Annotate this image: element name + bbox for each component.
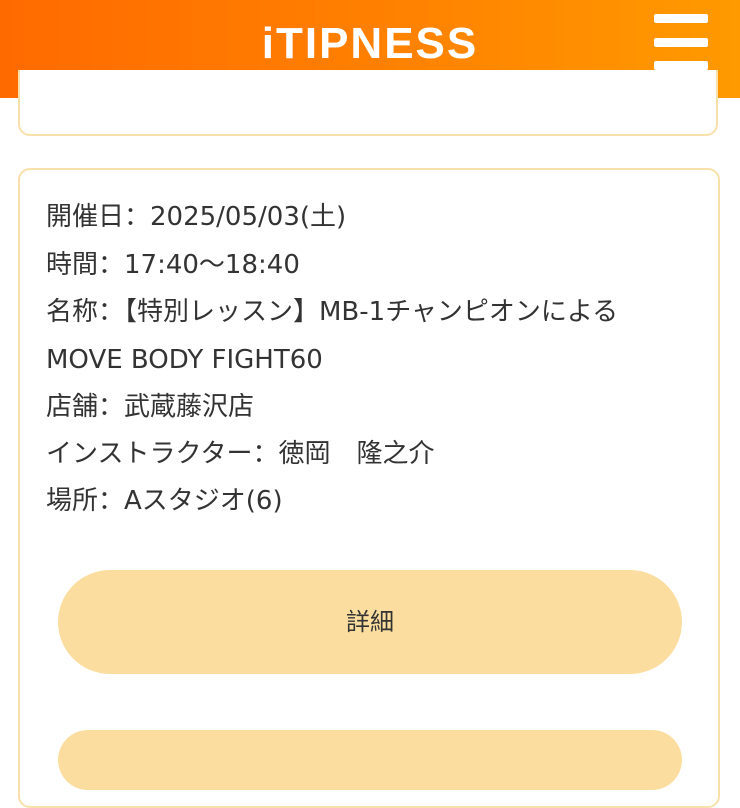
lesson-date: 開催日：2025/05/03(土) [46,202,347,232]
lesson-instructor: インストラクター：徳岡 隆之介 [46,439,435,469]
next-card-button[interactable] [58,730,682,790]
previous-lesson-card [18,70,718,136]
detail-button[interactable]: 詳細 [58,570,682,674]
lesson-name-continued: MOVE BODY FIGHT60 [46,345,323,375]
lesson-name: 名称：【特別レッスン】MB-1チャンピオンによる [46,297,619,327]
lesson-place: 場所：Aスタジオ(6) [46,486,283,516]
lesson-store: 店舗：武蔵藤沢店 [46,392,255,422]
lesson-time: 時間：17:40〜18:40 [46,250,300,280]
menu-button[interactable] [648,14,714,74]
